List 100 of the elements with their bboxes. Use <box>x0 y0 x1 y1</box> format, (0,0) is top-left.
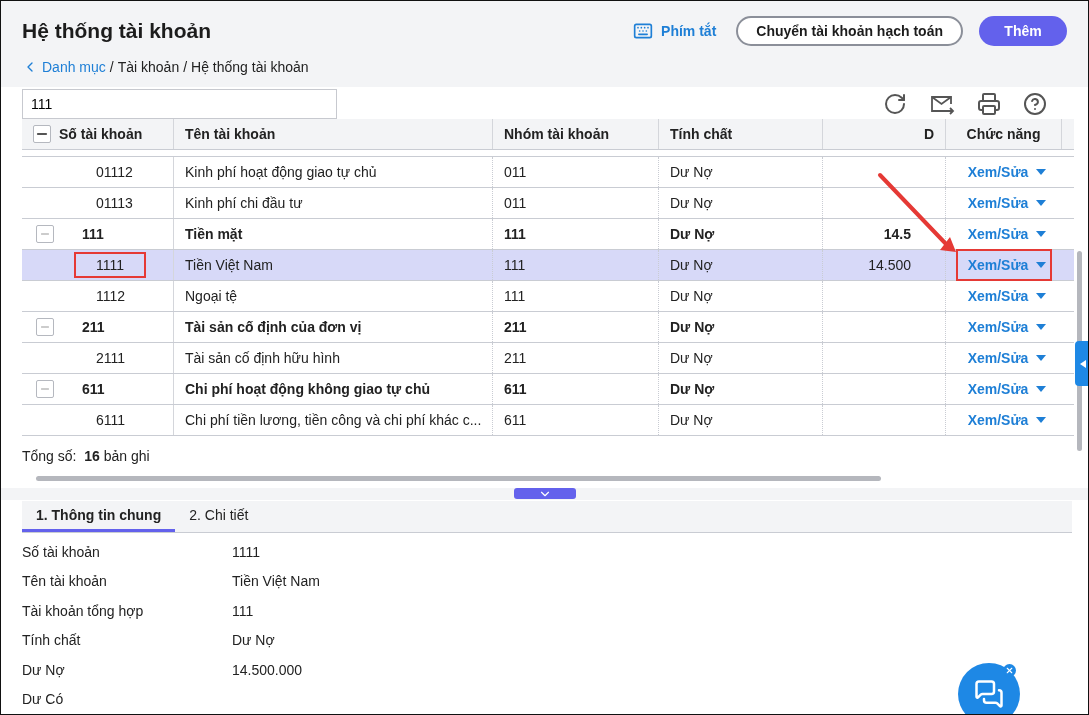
account-group: 211 <box>493 343 659 373</box>
account-code: 211 <box>81 318 106 337</box>
account-name: Tiền mặt <box>174 219 493 249</box>
account-group: 211 <box>493 312 659 342</box>
side-panel-tab[interactable] <box>1075 341 1088 386</box>
account-nature: Dư Nợ <box>659 281 823 311</box>
breadcrumb-item: Tài khoản <box>117 59 180 75</box>
table-row[interactable]: 01112 Kinh phí hoạt động giao tự chủ 011 Dư Nợ Xem/Sửa <box>22 157 1074 188</box>
print-button[interactable] <box>977 92 1001 116</box>
account-group: 111 <box>493 281 659 311</box>
table-row[interactable]: 1111 Tiền Việt Nam 111 Dư Nợ 14.500 Xem/Sửa <box>22 250 1074 281</box>
account-name: Kinh phí chi đầu tư <box>174 188 493 218</box>
search-field[interactable]: 111 <box>22 89 337 119</box>
amount: 14.500 <box>868 257 911 273</box>
account-nature: Dư Nợ <box>659 312 823 342</box>
table-row[interactable]: 611 Chi phí hoạt động không giao tự chủ 611 Dư Nợ Xem/Sửa <box>22 374 1074 405</box>
account-code: 111 <box>81 225 105 244</box>
field-value: Tiền Việt Nam <box>232 573 320 590</box>
column-header: Nhóm tài khoản <box>493 119 659 149</box>
view-edit-link[interactable]: Xem/Sửa <box>957 406 1051 434</box>
account-name: Tài sản cố định của đơn vị <box>174 312 493 342</box>
transfer-button[interactable]: Chuyển tài khoản hạch toán <box>736 16 963 46</box>
view-edit-link[interactable]: Xem/Sửa <box>957 158 1051 186</box>
close-icon <box>1005 666 1014 675</box>
caret-icon <box>1036 355 1047 361</box>
field-label: Tài khoản tổng hợp <box>22 602 145 619</box>
breadcrumb-link[interactable]: Danh mục <box>22 59 106 75</box>
account-code: 611 <box>81 380 106 399</box>
view-edit-link[interactable]: Xem/Sửa <box>957 375 1051 403</box>
close-button[interactable] <box>1003 664 1016 677</box>
detail-tab[interactable]: 2. Chi tiết <box>175 501 263 532</box>
table-row[interactable]: 01113 Kinh phí chi đầu tư 011 Dư Nợ Xem/Sửa <box>22 188 1074 219</box>
account-nature: Dư Nợ <box>659 188 823 218</box>
caret-icon <box>1036 262 1047 268</box>
breadcrumb-separator: / <box>109 59 114 75</box>
collapse-toggle[interactable] <box>36 318 54 336</box>
view-edit-link[interactable]: Xem/Sửa <box>957 189 1051 217</box>
column-header: Số tài khoản <box>22 119 174 149</box>
account-code: 01113 <box>95 194 134 213</box>
select-all-checkbox[interactable] <box>33 125 51 143</box>
breadcrumb-item: Hệ thống tài khoản <box>191 59 309 75</box>
account-nature: Dư Nợ <box>659 250 823 280</box>
field-label: Dư Có <box>22 691 65 708</box>
field-label: Dư Nợ <box>22 661 66 678</box>
collapse-toggle[interactable] <box>36 225 54 243</box>
account-name: Tài sản cố định hữu hình <box>174 343 493 373</box>
account-nature: Dư Nợ <box>659 405 823 435</box>
detail-tab[interactable]: 1. Thông tin chung <box>22 501 176 532</box>
caret-icon <box>1036 417 1047 423</box>
add-button[interactable]: Thêm <box>979 16 1067 46</box>
account-nature: Dư Nợ <box>659 219 823 249</box>
field-value: 1111 <box>232 543 261 560</box>
account-code: 01112 <box>95 163 134 182</box>
table-row[interactable]: 6111 Chi phí tiền lương, tiền công và chi phí khác c... 611 Dư Nợ Xem/Sửa <box>22 405 1074 436</box>
view-edit-link[interactable]: Xem/Sửa <box>957 313 1051 341</box>
record-total: Tổng số: 16 bản ghi <box>22 447 151 466</box>
shortcut-link[interactable]: Phím tắt <box>633 21 717 41</box>
caret-icon <box>1036 231 1047 237</box>
table-row[interactable]: 211 Tài sản cố định của đơn vị 211 Dư Nợ Xem/Sửa <box>22 312 1074 343</box>
account-code: 1111 <box>76 254 145 276</box>
column-header: Tính chất <box>659 119 823 149</box>
account-group: 611 <box>493 405 659 435</box>
account-name: Tiền Việt Nam <box>174 250 493 280</box>
field-value: Dư Nợ <box>232 632 275 649</box>
page-title: Hệ thống tài khoản <box>22 19 212 43</box>
view-edit-link[interactable]: Xem/Sửa <box>957 282 1051 310</box>
refresh-button[interactable] <box>883 92 907 116</box>
collapse-toggle[interactable] <box>36 380 54 398</box>
account-code: 6111 <box>95 411 127 430</box>
account-code: 1112 <box>95 287 127 306</box>
table-row[interactable]: 1112 Ngoại tệ 111 Dư Nợ Xem/Sửa <box>22 281 1074 312</box>
chat-button[interactable] <box>958 663 1020 714</box>
collapse-button[interactable] <box>513 488 576 499</box>
field-value: 14.500.000 <box>232 661 303 678</box>
account-group: 111 <box>493 219 659 249</box>
help-button[interactable] <box>1023 92 1047 116</box>
breadcrumb-separator: / <box>183 59 188 75</box>
caret-icon <box>1080 359 1086 368</box>
caret-icon <box>1036 293 1047 299</box>
column-header: Chức năng <box>946 119 1062 149</box>
column-header: D <box>823 119 946 149</box>
account-nature: Dư Nợ <box>659 157 823 187</box>
amount: 14.5 <box>883 226 911 242</box>
account-group: 011 <box>493 188 659 218</box>
account-code: 2111 <box>95 349 127 368</box>
table-row[interactable]: 111 Tiền mặt 111 Dư Nợ 14.5 Xem/Sửa <box>22 219 1074 250</box>
view-edit-link[interactable]: Xem/Sửa <box>957 344 1051 372</box>
field-label: Tên tài khoản <box>22 573 108 590</box>
field-label: Tính chất <box>22 632 82 649</box>
account-group: 011 <box>493 157 659 187</box>
account-name: Chi phí tiền lương, tiền công và chi phí khác c... <box>174 405 493 435</box>
field-value: 111 <box>232 602 254 619</box>
account-nature: Dư Nợ <box>659 374 823 404</box>
chat-bubbles-icon <box>974 679 1004 709</box>
caret-icon <box>1036 386 1047 392</box>
account-group: 111 <box>493 250 659 280</box>
view-edit-link[interactable]: Xem/Sửa <box>957 220 1051 248</box>
caret-icon <box>1036 324 1047 330</box>
table-row[interactable]: 2111 Tài sản cố định hữu hình 211 Dư Nợ Xem/Sửa <box>22 343 1074 374</box>
account-group: 611 <box>493 374 659 404</box>
